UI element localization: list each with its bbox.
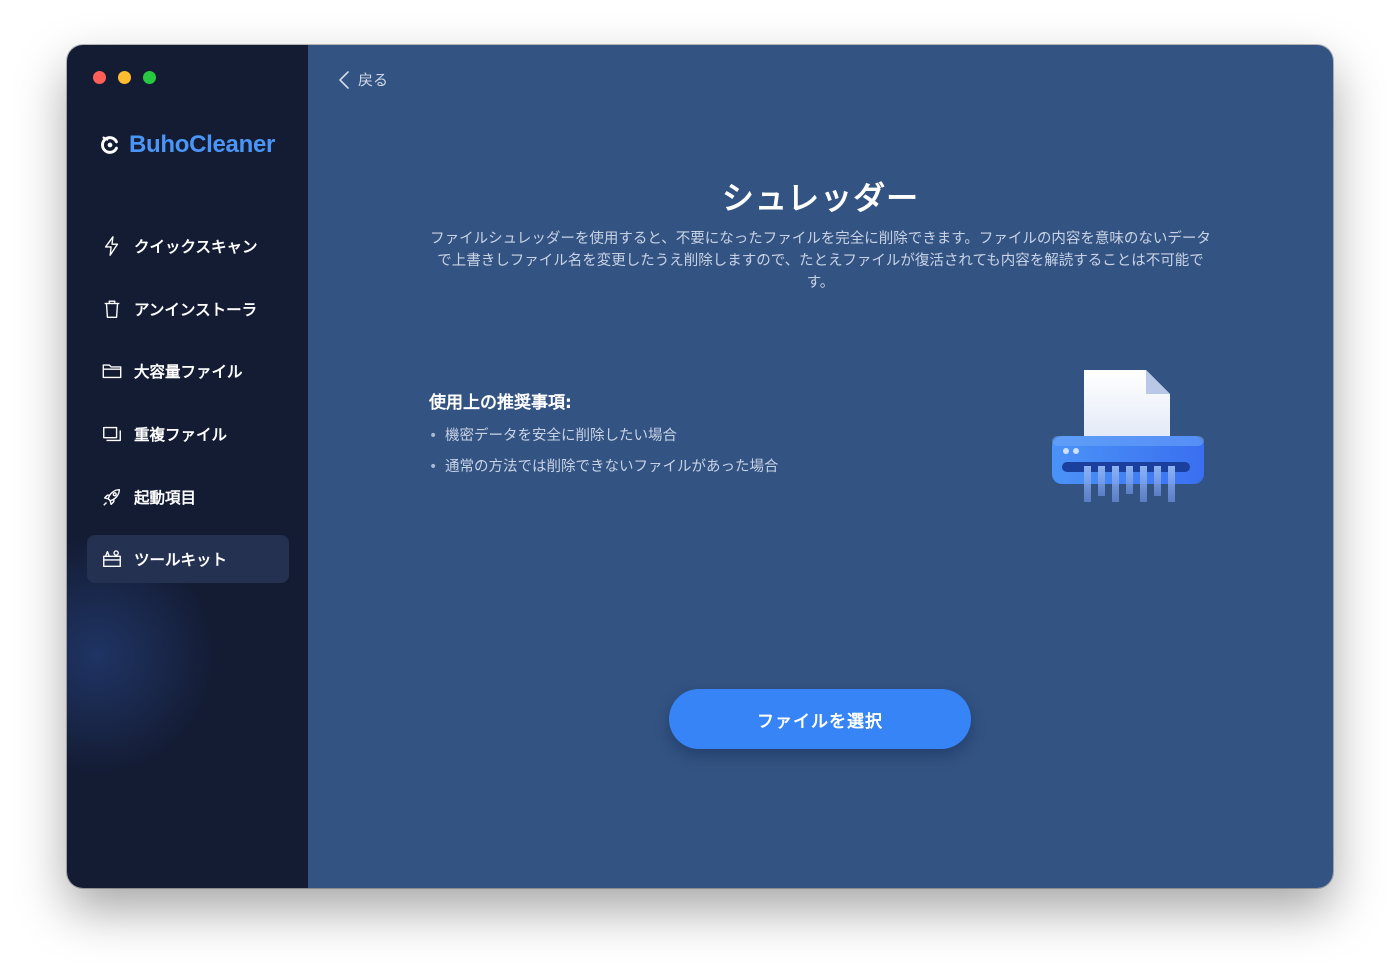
sidebar-item-label: 起動項目 bbox=[134, 488, 197, 507]
sidebar-item-label: 重複ファイル bbox=[134, 426, 228, 445]
list-item: • 通常の方法では削除できないファイルがあった場合 bbox=[429, 456, 779, 487]
page-description: ファイルシュレッダーを使用すると、不要になったファイルを完全に削除できます。ファ… bbox=[430, 231, 1211, 291]
sidebar-item-startup[interactable]: 起動項目 bbox=[87, 473, 289, 521]
sidebar-item-large-files[interactable]: 大容量ファイル bbox=[87, 347, 289, 395]
bullet-icon: • bbox=[429, 428, 438, 444]
back-label: 戻る bbox=[358, 71, 389, 89]
recommendation-text: 通常の方法では削除できないファイルがあった場合 bbox=[445, 459, 779, 475]
app-logo: BuhoCleaner bbox=[99, 131, 275, 159]
app-window: BuhoCleaner クイックスキャン アンインストーラ 大容量ファイル 重複… bbox=[67, 45, 1333, 888]
sidebar-item-uninstaller[interactable]: アンインストーラ bbox=[87, 285, 289, 333]
list-item: • 機密データを安全に削除したい場合 bbox=[429, 425, 779, 456]
toolkit-icon bbox=[103, 550, 121, 568]
window-controls bbox=[93, 71, 156, 84]
lightning-icon bbox=[104, 236, 119, 256]
sidebar-nav: クイックスキャン アンインストーラ 大容量ファイル 重複ファイル 起動項目 ツー… bbox=[87, 222, 289, 598]
trash-icon bbox=[104, 300, 120, 318]
app-name: BuhoCleaner bbox=[129, 131, 276, 158]
close-window-button[interactable] bbox=[93, 71, 106, 84]
sidebar-item-label: 大容量ファイル bbox=[134, 363, 243, 382]
folder-icon bbox=[102, 364, 122, 379]
recommendation-list: • 機密データを安全に削除したい場合 • 通常の方法では削除できないファイルがあ… bbox=[429, 425, 779, 487]
sidebar-item-duplicates[interactable]: 重複ファイル bbox=[87, 410, 289, 458]
sidebar-item-label: アンインストーラ bbox=[134, 300, 258, 319]
minimize-window-button[interactable] bbox=[118, 71, 131, 84]
sidebar: BuhoCleaner クイックスキャン アンインストーラ 大容量ファイル 重複… bbox=[67, 45, 308, 888]
buho-logo-icon bbox=[101, 136, 118, 154]
sidebar-item-quick-scan[interactable]: クイックスキャン bbox=[87, 222, 289, 270]
zoom-window-button[interactable] bbox=[143, 71, 156, 84]
back-button[interactable]: 戻る bbox=[338, 69, 388, 90]
main-panel: 戻る シュレッダー ファイルシュレッダーを使用すると、不要になったファイルを完全… bbox=[308, 45, 1333, 888]
sidebar-item-toolkit[interactable]: ツールキット bbox=[87, 535, 289, 584]
page-title: シュレッダー bbox=[721, 179, 920, 217]
bullet-icon: • bbox=[429, 459, 438, 475]
duplicate-icon bbox=[103, 426, 121, 442]
recommend-heading: 使用上の推奨事項: bbox=[429, 393, 572, 413]
chevron-left-icon bbox=[339, 70, 349, 89]
select-file-button[interactable]: ファイルを選択 bbox=[669, 689, 971, 749]
sidebar-item-label: ツールキット bbox=[134, 551, 228, 570]
rocket-icon bbox=[103, 488, 121, 506]
sidebar-item-label: クイックスキャン bbox=[134, 238, 258, 256]
shredder-icon bbox=[1052, 370, 1204, 502]
recommendation-text: 機密データを安全に削除したい場合 bbox=[445, 428, 677, 444]
